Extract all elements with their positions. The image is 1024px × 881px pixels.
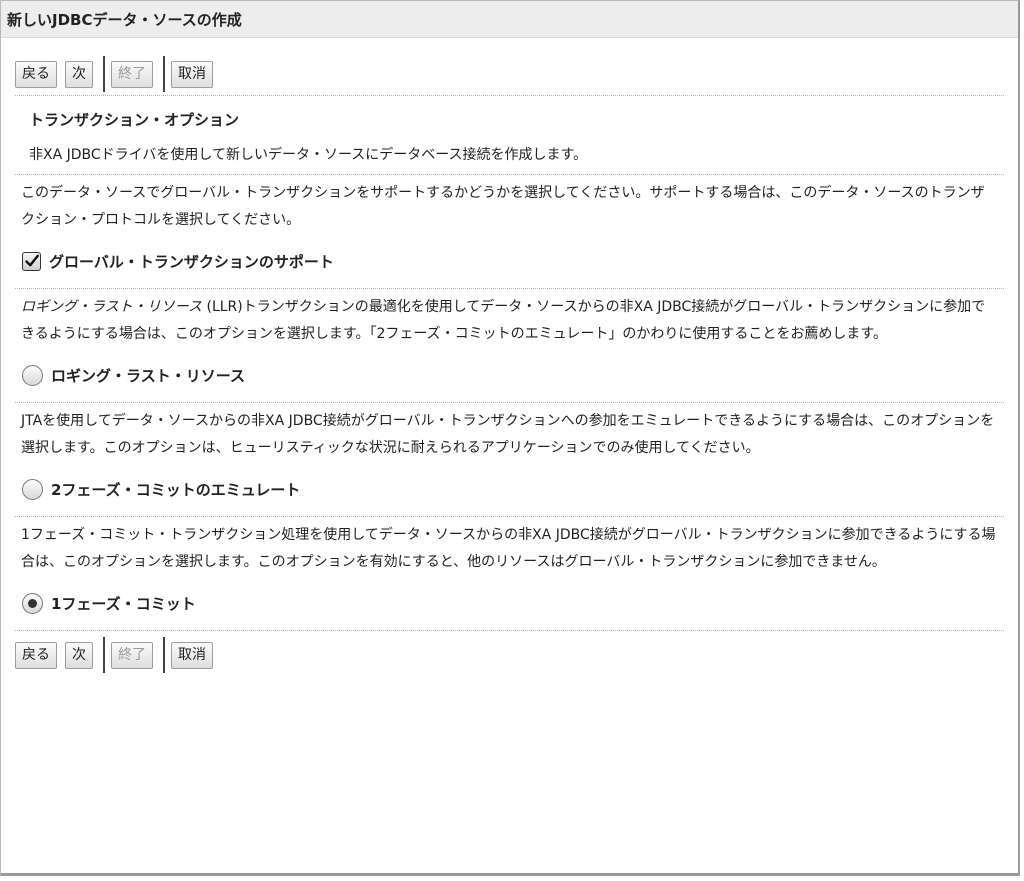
section-description: 非XA JDBCドライバを使用して新しいデータ・ソースにデータベース接続を作成し… (29, 147, 588, 163)
content-area: 戻る 次 終了 取消 トランザクション・オプション 非XA JDBCドライバを使… (1, 53, 1018, 676)
dialog-window: 新しいJDBCデータ・ソースの作成 戻る 次 終了 取消 トランザクション・オプ… (0, 0, 1020, 876)
emulate-description: JTAを使用してデータ・ソースからの非XA JDBC接続がグローバル・トランザク… (21, 413, 995, 456)
llr-option[interactable]: ロギング・ラスト・リソース (15, 348, 1004, 402)
window-title: 新しいJDBCデータ・ソースの作成 (1, 1, 1018, 38)
back-button[interactable]: 戻る (15, 641, 57, 669)
top-toolbar: 戻る 次 終了 取消 (15, 53, 1004, 95)
bottom-toolbar: 戻る 次 終了 取消 (15, 634, 1004, 676)
check-icon (24, 254, 39, 267)
llr-italic-term: ロギング・ラスト・リソース (21, 299, 203, 315)
toolbar-separator (163, 56, 165, 92)
emulate-radio[interactable] (22, 478, 43, 500)
emulate-label: 2フェーズ・コミットのエミュレート (51, 480, 301, 499)
section-title: トランザクション・オプション (29, 111, 240, 129)
next-button[interactable]: 次 (65, 641, 93, 669)
next-button[interactable]: 次 (65, 60, 93, 88)
toolbar-separator (103, 637, 105, 673)
global-tx-option[interactable]: グローバル・トランザクションのサポート (15, 234, 1004, 288)
global-tx-checkbox[interactable] (22, 251, 41, 271)
onephase-option[interactable]: 1フェーズ・コミット (15, 576, 1004, 630)
cancel-button[interactable]: 取消 (171, 641, 213, 669)
cancel-button[interactable]: 取消 (171, 60, 213, 88)
llr-label: ロギング・ラスト・リソース (51, 366, 245, 385)
finish-button: 終了 (111, 60, 153, 88)
divider (15, 630, 1004, 631)
toolbar-separator (163, 637, 165, 673)
back-button[interactable]: 戻る (15, 60, 57, 88)
onephase-description: 1フェーズ・コミット・トランザクション処理を使用してデータ・ソースからの非XA … (21, 527, 996, 570)
global-tx-label: グローバル・トランザクションのサポート (49, 252, 334, 271)
global-tx-description: このデータ・ソースでグローバル・トランザクションをサポートするかどうかを選択して… (21, 185, 985, 228)
llr-radio[interactable] (22, 364, 43, 386)
emulate-option[interactable]: 2フェーズ・コミットのエミュレート (15, 462, 1004, 516)
llr-description: ロギング・ラスト・リソース (LLR)トランザクションの最適化を使用してデータ・… (15, 289, 1004, 348)
onephase-radio[interactable] (22, 592, 43, 614)
finish-button: 終了 (111, 641, 153, 669)
toolbar-separator (103, 56, 105, 92)
onephase-label: 1フェーズ・コミット (51, 594, 196, 613)
